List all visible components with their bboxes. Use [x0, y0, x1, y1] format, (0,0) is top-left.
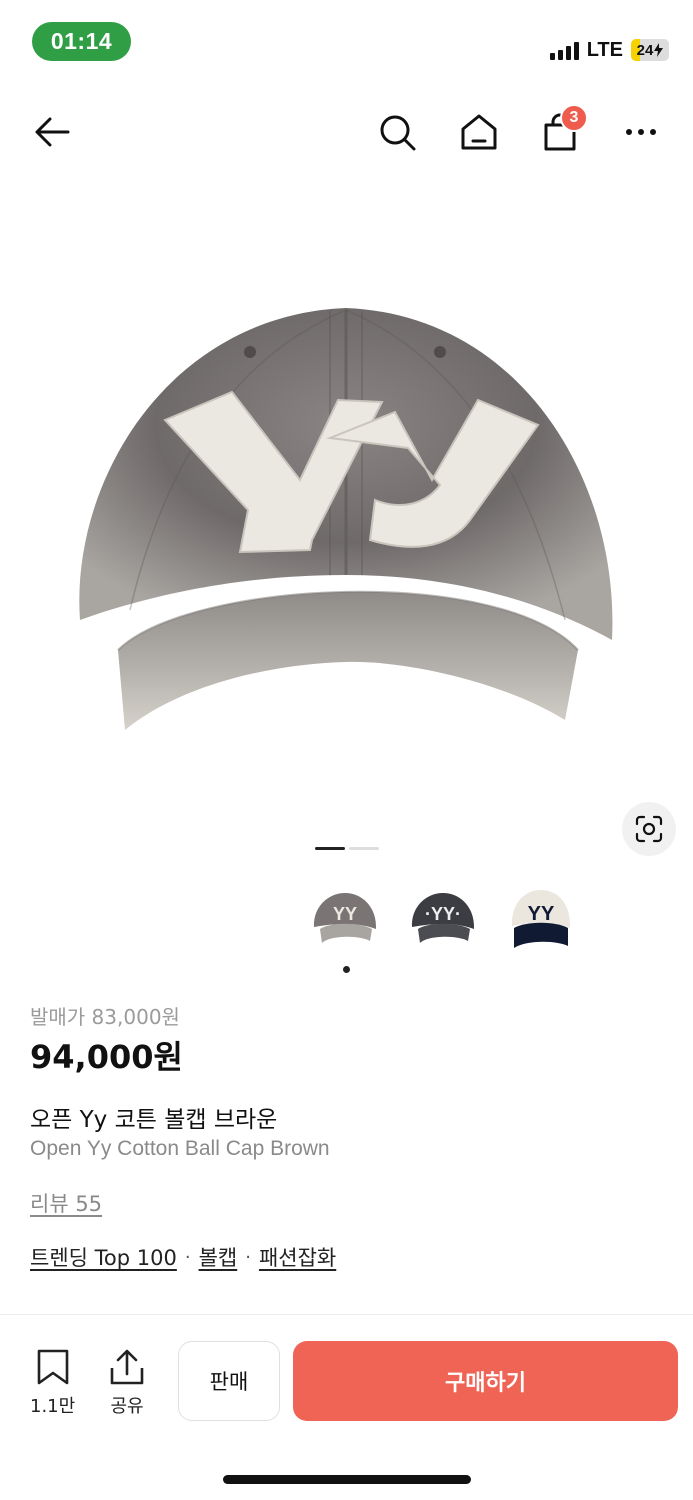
cart-button[interactable]: 3 [536, 104, 588, 156]
share-icon [110, 1349, 144, 1385]
original-price: 발매가 83,000원 [30, 1005, 180, 1029]
sell-button[interactable]: 판매 [178, 1341, 280, 1421]
network-type: LTE [586, 38, 623, 61]
svg-text:YY: YY [333, 904, 357, 924]
variant-thumb-brown[interactable]: YY [310, 880, 380, 956]
pager-indicator-1 [315, 847, 345, 850]
review-link[interactable]: 리뷰 55 [30, 1188, 102, 1218]
home-button[interactable] [455, 108, 503, 156]
variant-thumb-navy-cream[interactable]: YY [506, 880, 576, 956]
selected-variant-dot [343, 966, 350, 973]
lens-scan-icon [635, 815, 663, 843]
share-label: 공유 [110, 1396, 144, 1417]
status-time: 01:14 [32, 22, 131, 61]
price: 94,000원 [30, 1038, 183, 1076]
image-search-button[interactable] [622, 802, 676, 856]
back-button[interactable] [28, 108, 76, 156]
tag-separator: · [184, 1246, 191, 1268]
svg-text:·YY·: ·YY· [425, 904, 461, 924]
status-indicators: LTE 24 [549, 36, 669, 64]
bookmark-button[interactable]: 1.1만 [30, 1348, 75, 1418]
battery-level: 24 [636, 41, 654, 59]
back-arrow-icon [35, 117, 70, 147]
product-name-en: Open Yy Cotton Ball Cap Brown [30, 1137, 330, 1160]
product-image[interactable] [0, 180, 693, 830]
cart-count-badge: 3 [560, 104, 588, 132]
signal-icon [549, 40, 579, 60]
product-name-ko: 오픈 Yy 코튼 볼캡 브라운 [30, 1107, 278, 1133]
tag-ballcap[interactable]: 볼캡 [199, 1242, 238, 1272]
variant-thumbnails: YY ·YY· YY [310, 880, 576, 956]
more-button[interactable] [617, 108, 665, 156]
home-indicator[interactable] [223, 1475, 471, 1484]
variant-thumb-charcoal[interactable]: ·YY· [408, 880, 478, 956]
divider [0, 1314, 693, 1315]
tag-fashion-goods[interactable]: 패션잡화 [259, 1242, 336, 1272]
pager-indicator-2 [349, 847, 379, 850]
home-icon [461, 114, 497, 150]
battery-icon: 24 [631, 39, 669, 61]
bookmark-icon [37, 1349, 68, 1385]
bookmark-count: 1.1만 [30, 1396, 76, 1417]
search-button[interactable] [373, 108, 421, 156]
buy-button[interactable]: 구매하기 [293, 1341, 678, 1421]
share-button[interactable]: 공유 [108, 1348, 146, 1418]
more-dots-icon [626, 129, 656, 135]
search-icon [380, 115, 416, 151]
cap-image [79, 308, 613, 730]
image-pager [315, 847, 379, 850]
tag-list: 트렌딩 Top 100 · 볼캡 · 패션잡화 [30, 1242, 336, 1272]
tag-trending[interactable]: 트렌딩 Top 100 [30, 1242, 177, 1272]
tag-separator: · [245, 1246, 251, 1268]
svg-text:YY: YY [528, 903, 555, 925]
